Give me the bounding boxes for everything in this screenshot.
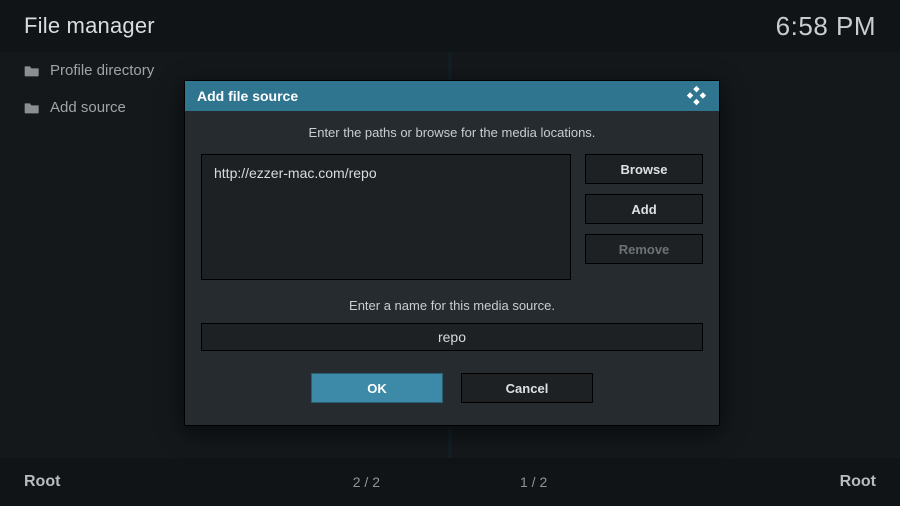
left-root-label: Root [24, 473, 60, 491]
dialog-title: Add file source [197, 88, 298, 104]
right-counter: 1 / 2 [520, 474, 547, 490]
name-input[interactable]: repo [201, 323, 703, 351]
add-file-source-dialog: Add file source Enter the paths or brows… [184, 80, 720, 426]
add-button[interactable]: Add [585, 194, 703, 224]
clock: 6:58 PM [776, 11, 876, 42]
remove-button[interactable]: Remove [585, 234, 703, 264]
cancel-button[interactable]: Cancel [461, 373, 593, 403]
kodi-logo-icon [685, 85, 707, 107]
list-item-label: Add source [50, 99, 126, 116]
right-root-label: Root [840, 473, 876, 491]
folder-icon [24, 101, 40, 115]
folder-icon [24, 64, 40, 78]
path-input[interactable]: http://ezzer-mac.com/repo [201, 154, 571, 280]
page-title: File manager [24, 13, 155, 39]
left-counter: 2 / 2 [353, 474, 380, 490]
ok-button[interactable]: OK [311, 373, 443, 403]
browse-button[interactable]: Browse [585, 154, 703, 184]
list-item-label: Profile directory [50, 62, 154, 79]
paths-instruction: Enter the paths or browse for the media … [201, 125, 703, 140]
name-instruction: Enter a name for this media source. [201, 298, 703, 313]
